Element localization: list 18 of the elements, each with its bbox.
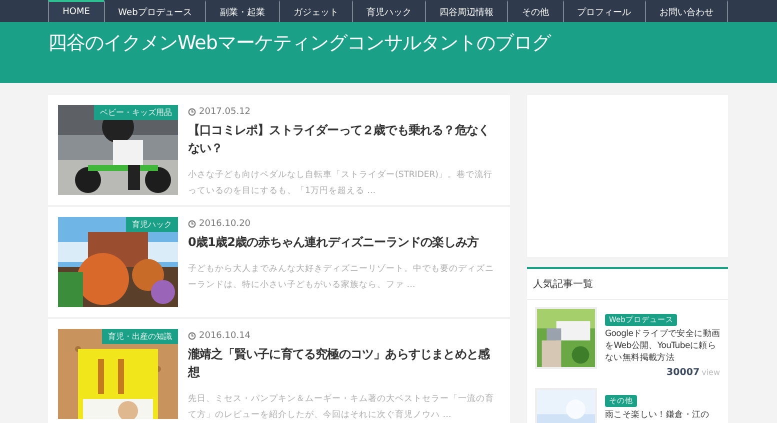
clock-icon	[188, 108, 196, 116]
post-title[interactable]: Googleドライブで安全に動画をWeb公開、YouTubeに頼らない無料掲載方法	[605, 328, 728, 364]
view-count: 30007	[666, 367, 700, 378]
post-title[interactable]: 瀧靖之「賢い子に育てる究極のコツ」あらすじまとめと感想	[188, 345, 500, 381]
post-excerpt: 先日、ミセス・パンプキン＆ムーギー・キム著の大ベストセラー「一流の育て方」のレビューを紹介したが、今回はそれに次ぐ育児ノウハ …	[188, 392, 495, 422]
post-date: 2016.10.20	[199, 219, 251, 229]
post-title[interactable]: 雨こそ楽しい！鎌倉・江の	[605, 409, 728, 421]
post-date: 2017.05.12	[199, 107, 251, 117]
post-excerpt: 小さな子ども向けペダルなし自転車「ストライダー(STRIDER)」。巷で流行っているのを目にするも、「1万円を超える …	[188, 168, 494, 198]
nav-item[interactable]: HOME	[48, 0, 104, 22]
clock-icon	[188, 220, 196, 228]
post-excerpt: 子どもから大人までみんな大好きディズニーリゾート。中でも要のディズニーランドは、特に小さい子どもがいる家族なら、ファ …	[188, 263, 495, 292]
clock-icon	[188, 332, 196, 340]
post-date: 2016.10.14	[199, 331, 251, 341]
post-title[interactable]: 0歳1歳2歳の赤ちゃん連れディズニーランドの楽しみ方	[188, 233, 500, 251]
view-unit: view	[702, 368, 720, 377]
widget-title: 人気記事一覧	[527, 269, 728, 300]
post-title[interactable]: 【口コミレポ】ストライダーって２歳でも乗れる？危なくない？	[188, 121, 500, 157]
